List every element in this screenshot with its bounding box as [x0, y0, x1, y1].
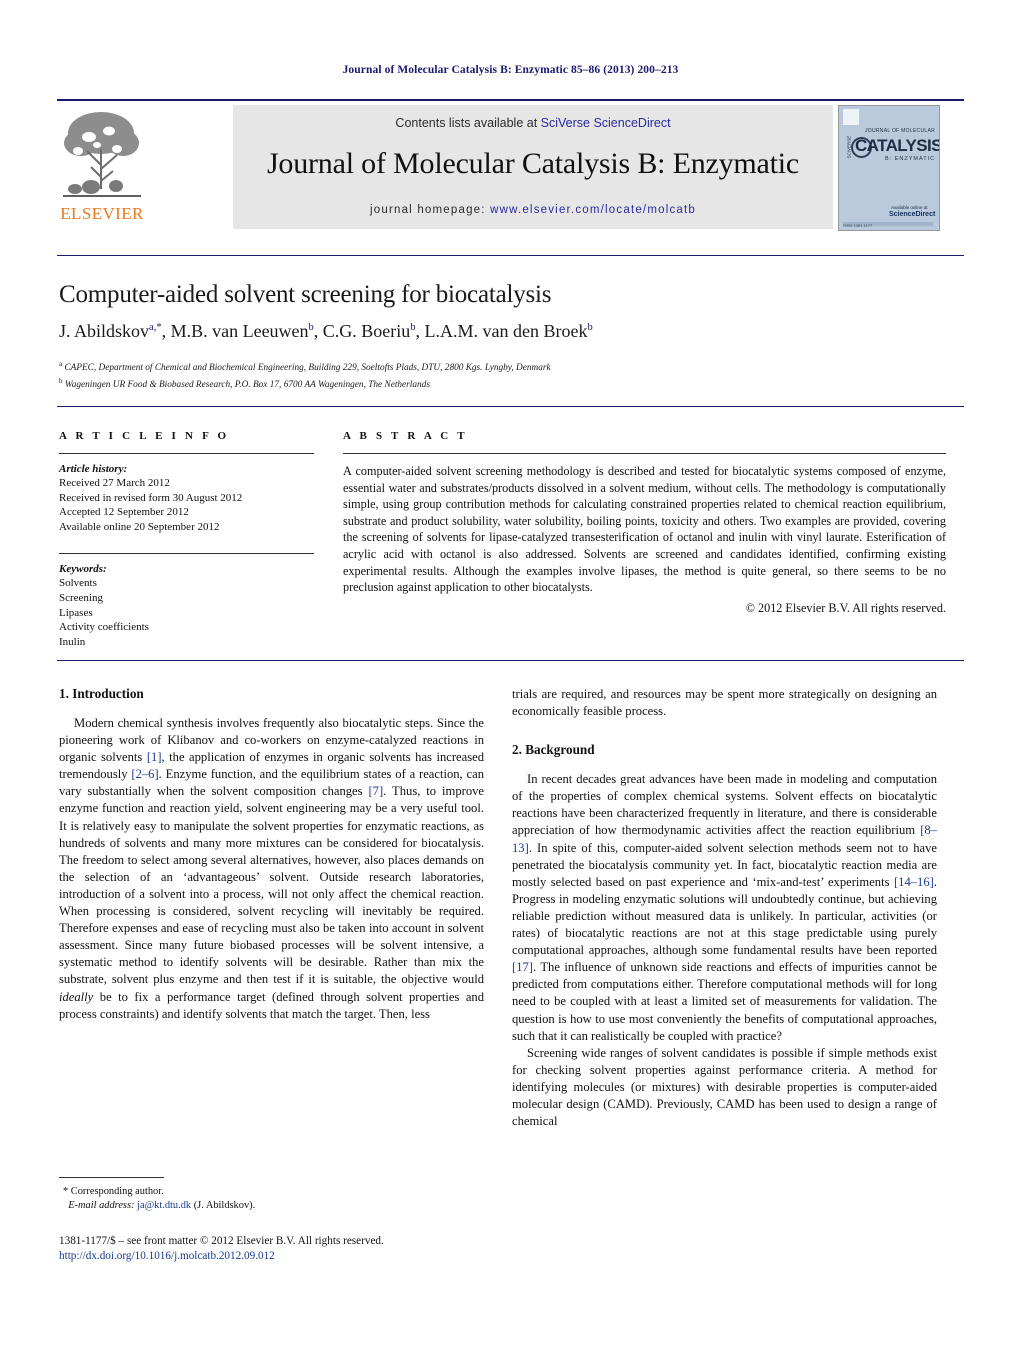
affiliations: a CAPEC, Department of Chemical and Bioc…	[59, 358, 889, 392]
journal-masthead: ELSEVIER Contents lists available at Sci…	[57, 99, 964, 231]
article-info-rule	[59, 453, 314, 454]
history-available-online: Available online 20 September 2012	[59, 520, 220, 533]
corresponding-author-note: * Corresponding author. E-mail address: …	[63, 1185, 483, 1212]
background-paragraph-2: Screening wide ranges of solvent candida…	[512, 1045, 937, 1129]
affiliation-a-text: CAPEC, Department of Chemical and Bioche…	[64, 363, 551, 374]
cover-main-text: CATALYSIS	[855, 136, 940, 155]
history-received: Received 27 March 2012	[59, 477, 170, 489]
affiliation-b-text: Wageningen UR Food & Biobased Research, …	[64, 380, 430, 391]
article-history-label: Article history:	[59, 463, 128, 475]
intro-continuation: trials are required, and resources may b…	[512, 687, 937, 719]
issn-line: 1381-1177/$ – see front matter © 2012 El…	[59, 1235, 384, 1247]
keywords-label: Keywords:	[59, 563, 107, 576]
title-separator-rule	[57, 255, 964, 256]
author-list: J. Abildskova,*, M.B. van Leeuwenb, C.G.…	[59, 321, 593, 341]
contents-prefix: Contents lists available at	[395, 116, 541, 130]
history-revised: Received in revised form 30 August 2012	[59, 491, 243, 504]
abstract-column: A B S T R A C T A computer-aided solvent…	[343, 430, 946, 616]
email-link[interactable]: ja@kt.dtu.dk	[137, 1200, 191, 1211]
footnote-rule	[59, 1177, 164, 1178]
journal-title: Journal of Molecular Catalysis B: Enzyma…	[266, 147, 800, 180]
homepage-url-link[interactable]: www.elsevier.com/locate/molcatb	[490, 204, 696, 216]
page-title: Computer-aided solvent screening for bio…	[59, 281, 552, 308]
sciencedirect-link[interactable]: SciVerse ScienceDirect	[541, 116, 671, 130]
abstract-rule	[343, 453, 946, 454]
cover-bottom-brand: ScienceDirect	[889, 211, 936, 218]
keyword-item: Screening	[59, 591, 103, 604]
affiliation-a: a CAPEC, Department of Chemical and Bioc…	[59, 360, 551, 374]
elsevier-logo: ELSEVIER	[59, 105, 145, 229]
elsevier-wordmark: ELSEVIER	[60, 204, 144, 223]
keyword-item: Activity coefficients	[59, 621, 149, 634]
email-suffix: (J. Abildskov).	[193, 1199, 256, 1211]
affiliation-b: b Wageningen UR Food & Biobased Research…	[59, 377, 430, 391]
article-info-heading: A R T I C L E I N F O	[59, 430, 230, 442]
cover-side-text: SCIVERSE	[846, 135, 852, 159]
elsevier-tree-icon	[61, 107, 143, 203]
email-label: E-mail address:	[68, 1199, 135, 1211]
journal-homepage-line: journal homepage: www.elsevier.com/locat…	[233, 204, 833, 216]
section-heading-introduction: 1. Introduction	[59, 686, 144, 701]
cover-foot-text: ISSN 1381-1177	[843, 223, 873, 228]
journal-cover-thumbnail[interactable]: JOURNAL OF MOLECULAR SCIVERSE CATALYSIS …	[838, 105, 940, 231]
keyword-item: Inulin	[59, 635, 86, 648]
masthead-banner: Contents lists available at SciVerse Sci…	[233, 105, 833, 229]
keyword-item: Solvents	[59, 577, 97, 590]
doi-link[interactable]: http://dx.doi.org/10.1016/j.molcatb.2012…	[59, 1249, 489, 1264]
homepage-prefix: journal homepage:	[370, 204, 491, 216]
running-head: Journal of Molecular Catalysis B: Enzyma…	[342, 64, 679, 76]
keywords-block: Keywords: Solvents Screening Lipases Act…	[59, 563, 314, 649]
masthead-top-rule	[57, 99, 964, 101]
copyright-line: © 2012 Elsevier B.V. All rights reserved…	[745, 600, 946, 615]
body-column-right: trials are required, and resources may b…	[512, 686, 937, 1130]
cover-bottom-label: Available online at	[891, 205, 928, 210]
contents-available-line: Contents lists available at SciVerse Sci…	[233, 116, 833, 130]
abstract-heading: A B S T R A C T	[343, 430, 468, 442]
section-heading-background: 2. Background	[512, 742, 595, 758]
history-accepted: Accepted 12 September 2012	[59, 506, 189, 519]
email-line: E-mail address: ja@kt.dtu.dk (J. Abildsk…	[63, 1199, 483, 1213]
band-top-rule	[57, 406, 964, 407]
cover-top-text: JOURNAL OF MOLECULAR	[865, 128, 935, 134]
intro-paragraph-1: Modern chemical synthesis involves frequ…	[59, 716, 485, 1021]
body-column-left: 1. Introduction Modern chemical synthesi…	[59, 686, 484, 1023]
corresponding-author-marker: * Corresponding author.	[63, 1186, 164, 1197]
issn-copyright-block: 1381-1177/$ – see front matter © 2012 El…	[59, 1234, 489, 1264]
abstract-text: A computer-aided solvent screening metho…	[343, 464, 946, 595]
paper-page: Journal of Molecular Catalysis B: Enzyma…	[0, 0, 1021, 1351]
elsevier-tree-svg	[63, 112, 141, 197]
article-info-column: A R T I C L E I N F O Article history: R…	[59, 430, 314, 649]
band-bottom-rule	[57, 660, 964, 661]
keyword-item: Lipases	[59, 606, 93, 619]
background-paragraph-1: In recent decades great advances have be…	[512, 772, 937, 1043]
cover-sub-text: B: ENZYMATIC	[885, 156, 936, 162]
keywords-rule	[59, 553, 314, 555]
